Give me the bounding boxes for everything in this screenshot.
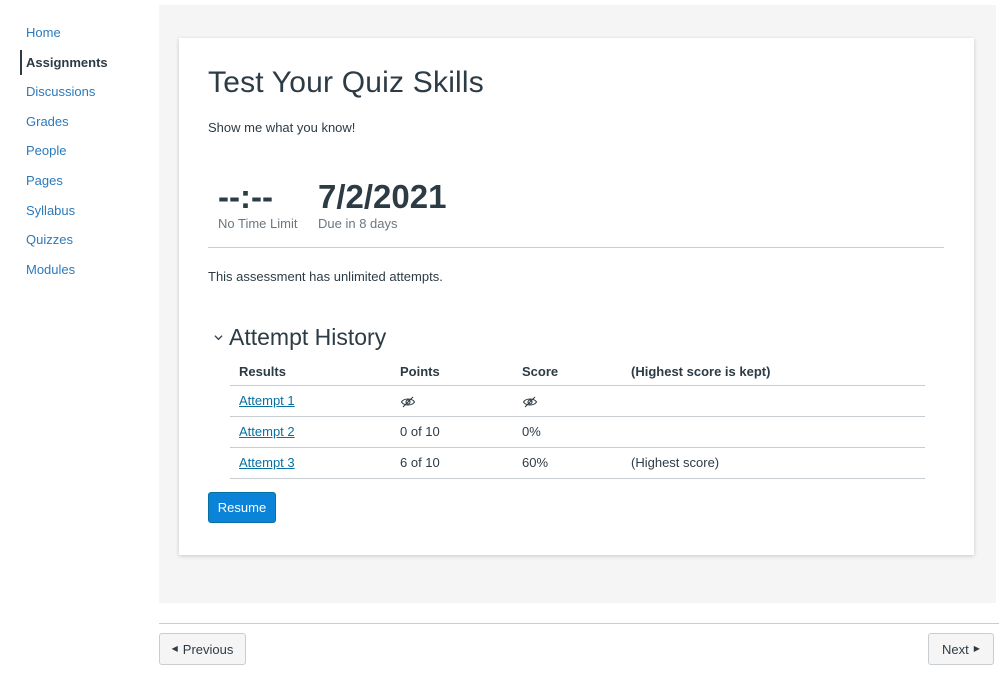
chevron-down-icon (214, 335, 223, 341)
due-date-stat: 7/2/2021 Due in 8 days (318, 178, 446, 231)
attempt-history-title: Attempt History (229, 324, 387, 350)
quiz-card: Test Your Quiz Skills Show me what you k… (179, 38, 974, 555)
eye-slash-icon (522, 396, 538, 407)
note-cell: (Highest score) (622, 447, 925, 479)
nav-item-grades[interactable]: Grades (0, 107, 158, 137)
points-cell: 6 of 10 (391, 447, 513, 479)
points-cell: 0 of 10 (391, 416, 513, 448)
table-row: Attempt 2 0 of 10 0% (230, 416, 925, 448)
divider (208, 247, 944, 248)
table-header-row: Results Points Score (Highest score is k… (230, 358, 925, 386)
nav-item-pages[interactable]: Pages (0, 166, 158, 196)
attempt-3-link[interactable]: Attempt 3 (239, 455, 295, 470)
attempt-1-link[interactable]: Attempt 1 (239, 393, 295, 408)
note-cell (622, 385, 925, 417)
column-header-points: Points (391, 358, 513, 386)
footer-divider (159, 623, 999, 624)
attempt-history-toggle[interactable]: Attempt History (214, 324, 386, 351)
column-header-score: Score (513, 358, 622, 386)
score-cell (513, 385, 622, 417)
points-cell (391, 385, 513, 417)
column-header-results: Results (230, 358, 391, 386)
main-content: Test Your Quiz Skills Show me what you k… (159, 5, 996, 603)
attempt-2-link[interactable]: Attempt 2 (239, 424, 295, 439)
nav-item-quizzes[interactable]: Quizzes (0, 225, 158, 255)
nav-item-syllabus[interactable]: Syllabus (0, 196, 158, 226)
quiz-title: Test Your Quiz Skills (208, 66, 484, 99)
eye-slash-icon (400, 396, 416, 407)
triangle-left-icon: ◀ (171, 644, 178, 653)
time-limit-stat: --:-- No Time Limit (218, 178, 297, 231)
result-cell: Attempt 1 (230, 385, 391, 417)
score-cell: 60% (513, 447, 622, 479)
triangle-right-icon: ▶ (973, 644, 980, 653)
result-cell: Attempt 3 (230, 447, 391, 479)
due-date-label: Due in 8 days (318, 216, 398, 231)
nav-item-people[interactable]: People (0, 136, 158, 166)
time-limit-label: No Time Limit (218, 216, 298, 231)
result-cell: Attempt 2 (230, 416, 391, 448)
nav-item-home[interactable]: Home (0, 18, 158, 48)
table-row: Attempt 1 (230, 385, 925, 417)
nav-item-assignments[interactable]: Assignments (0, 48, 158, 78)
attempts-info: This assessment has unlimited attempts. (208, 269, 443, 284)
previous-button[interactable]: ◀ Previous (159, 633, 246, 665)
next-label: Next (942, 641, 969, 657)
score-cell: 0% (513, 416, 622, 448)
due-date-value: 7/2/2021 (318, 178, 447, 215)
attempt-history-table: Results Points Score (Highest score is k… (230, 358, 925, 479)
resume-button[interactable]: Resume (208, 492, 276, 523)
quiz-description: Show me what you know! (208, 120, 356, 135)
previous-label: Previous (182, 641, 234, 657)
table-row: Attempt 3 6 of 10 60% (Highest score) (230, 447, 925, 479)
time-limit-value: --:-- (218, 178, 273, 215)
next-button[interactable]: Next ▶ (928, 633, 994, 665)
note-cell (622, 416, 925, 448)
course-navigation: Home Assignments Discussions Grades Peop… (0, 0, 158, 684)
nav-item-modules[interactable]: Modules (0, 255, 158, 285)
column-header-note: (Highest score is kept) (622, 358, 925, 386)
nav-item-discussions[interactable]: Discussions (0, 77, 158, 107)
